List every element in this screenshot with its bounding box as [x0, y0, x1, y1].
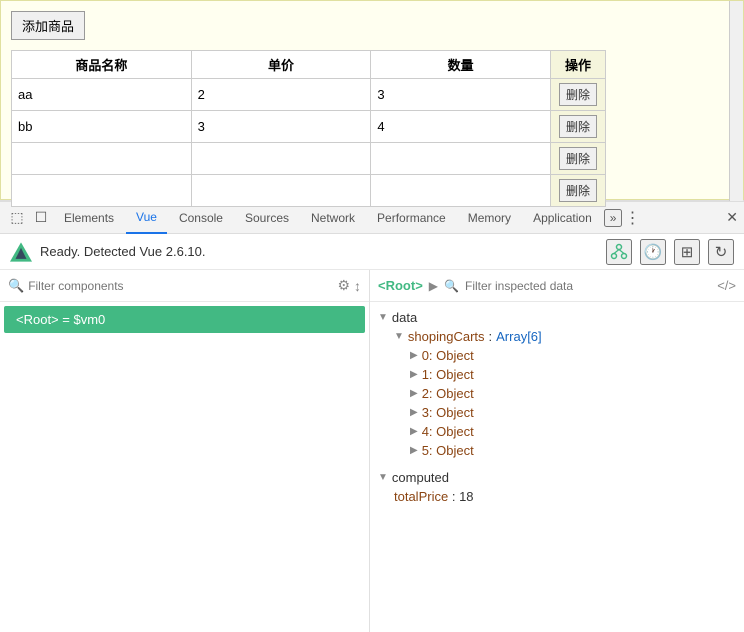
search-icon: 🔍: [8, 278, 24, 294]
data-children: ▼ shopingCarts : Array[6] ▶ 0: Object ▶: [378, 327, 736, 460]
scrollbar[interactable]: [729, 1, 743, 201]
cell-qty-3[interactable]: [371, 175, 551, 207]
item-5-label: 5: Object: [422, 443, 474, 458]
cell-price-1[interactable]: 3: [191, 111, 371, 143]
delete-button-3[interactable]: 删除: [559, 179, 597, 202]
table-row: 删除: [12, 175, 606, 207]
total-price-row: totalPrice : 18: [378, 487, 736, 506]
array-item-3[interactable]: ▶ 3: Object: [410, 403, 736, 422]
shopping-carts-row[interactable]: ▼ shopingCarts : Array[6]: [394, 327, 736, 346]
col-header-action: 操作: [551, 51, 606, 79]
table-row: aa 2 3 删除: [12, 79, 606, 111]
filter-components-input[interactable]: [28, 279, 333, 293]
devtools-panel: ⬚ ☐ Elements Vue Console Sources Network…: [0, 200, 744, 632]
array-item-1[interactable]: ▶ 1: Object: [410, 365, 736, 384]
table-row: bb 3 4 删除: [12, 111, 606, 143]
inspect-element-icon[interactable]: ⬚: [6, 207, 28, 229]
cell-action-0: 删除: [551, 79, 606, 111]
item-0-label: 0: Object: [422, 348, 474, 363]
add-product-button[interactable]: 添加商品: [11, 11, 85, 40]
cell-name-2[interactable]: [12, 143, 192, 175]
vue-logo-icon: [10, 241, 32, 263]
code-brackets-icon[interactable]: </>: [717, 278, 736, 293]
cell-qty-0[interactable]: 3: [371, 79, 551, 111]
devtools-body: 🔍 ⚙ ↕ <Root> = $vm0 <Root> ▶ 🔍 </> ▼: [0, 270, 744, 632]
sort-icon[interactable]: ↕: [354, 278, 361, 294]
item-4-label: 4: Object: [422, 424, 474, 439]
cell-action-3: 删除: [551, 175, 606, 207]
computed-section: ▼ computed totalPrice : 18: [378, 468, 736, 506]
expand-item-4-icon: ▶: [410, 426, 418, 437]
item-2-label: 2: Object: [422, 386, 474, 401]
col-header-name: 商品名称: [12, 51, 192, 79]
expand-computed-icon: ▼: [378, 472, 388, 483]
item-3-label: 3: Object: [422, 405, 474, 420]
vue-status-text: Ready. Detected Vue 2.6.10.: [40, 244, 598, 259]
table-row: 删除: [12, 143, 606, 175]
delete-button-2[interactable]: 删除: [559, 147, 597, 170]
cell-price-2[interactable]: [191, 143, 371, 175]
array-item-4[interactable]: ▶ 4: Object: [410, 422, 736, 441]
shopping-carts-key: shopingCarts: [408, 329, 485, 344]
cell-qty-1[interactable]: 4: [371, 111, 551, 143]
cell-qty-2[interactable]: [371, 143, 551, 175]
item-1-label: 1: Object: [422, 367, 474, 382]
filter-data-input[interactable]: [465, 279, 711, 293]
right-panel: <Root> ▶ 🔍 </> ▼ data ▼ shopingCart: [370, 270, 744, 632]
search-icon-right: 🔍: [444, 279, 459, 293]
expand-item-2-icon: ▶: [410, 388, 418, 399]
cell-action-1: 删除: [551, 111, 606, 143]
cell-name-0[interactable]: aa: [12, 79, 192, 111]
computed-section-label: computed: [392, 470, 449, 485]
refresh-icon[interactable]: ↻: [708, 239, 734, 265]
cell-name-1[interactable]: bb: [12, 111, 192, 143]
root-component-item[interactable]: <Root> = $vm0: [4, 306, 365, 333]
devtools-menu-icon[interactable]: ⋮: [624, 208, 640, 228]
col-header-qty: 数量: [371, 51, 551, 79]
expand-item-1-icon: ▶: [410, 369, 418, 380]
computed-section-header[interactable]: ▼ computed: [378, 468, 736, 487]
expand-shopping-carts-icon: ▼: [394, 331, 404, 342]
root-tag-label[interactable]: <Root>: [378, 278, 423, 293]
left-panel: 🔍 ⚙ ↕ <Root> = $vm0: [0, 270, 370, 632]
shopping-carts-type: Array[6]: [496, 329, 542, 344]
cell-action-2: 删除: [551, 143, 606, 175]
cell-price-0[interactable]: 2: [191, 79, 371, 111]
vue-banner: Ready. Detected Vue 2.6.10. 🕐 ⊞ ↻: [0, 234, 744, 270]
expand-item-0-icon: ▶: [410, 350, 418, 361]
data-section-header[interactable]: ▼ data: [378, 308, 736, 327]
expand-item-3-icon: ▶: [410, 407, 418, 418]
data-section: ▼ data ▼ shopingCarts : Array[6] ▶: [378, 308, 736, 460]
array-item-2[interactable]: ▶ 2: Object: [410, 384, 736, 403]
delete-button-0[interactable]: 删除: [559, 83, 597, 106]
delete-button-1[interactable]: 删除: [559, 115, 597, 138]
colon-2: :: [452, 489, 459, 504]
cell-name-3[interactable]: [12, 175, 192, 207]
app-area: 添加商品 商品名称 单价 数量 操作 aa 2 3 删除 bb 3 4: [0, 0, 744, 200]
settings-icon[interactable]: ⚙: [337, 277, 350, 294]
total-price-key: totalPrice: [394, 489, 448, 504]
total-price-value: 18: [459, 489, 473, 504]
arrow-icon: ▶: [429, 279, 438, 293]
expand-data-icon: ▼: [378, 312, 388, 323]
more-tabs-button[interactable]: »: [604, 209, 623, 227]
colon-1: :: [489, 329, 493, 344]
device-icon[interactable]: ☐: [30, 207, 52, 229]
right-panel-header: <Root> ▶ 🔍 </>: [370, 270, 744, 302]
expand-item-5-icon: ▶: [410, 445, 418, 456]
product-table: 商品名称 单价 数量 操作 aa 2 3 删除 bb 3 4 删除: [11, 50, 606, 207]
col-header-price: 单价: [191, 51, 371, 79]
component-tree-icon[interactable]: [606, 239, 632, 265]
data-tree: ▼ data ▼ shopingCarts : Array[6] ▶: [370, 302, 744, 632]
array-items-container: ▶ 0: Object ▶ 1: Object ▶ 2: Object: [394, 346, 736, 460]
cell-price-3[interactable]: [191, 175, 371, 207]
devtools-close-icon[interactable]: ✕: [726, 209, 738, 226]
component-filter-bar: 🔍 ⚙ ↕: [0, 270, 369, 302]
array-item-5[interactable]: ▶ 5: Object: [410, 441, 736, 460]
layout-icon[interactable]: ⊞: [674, 239, 700, 265]
history-icon[interactable]: 🕐: [640, 239, 666, 265]
data-section-label: data: [392, 310, 417, 325]
array-item-0[interactable]: ▶ 0: Object: [410, 346, 736, 365]
